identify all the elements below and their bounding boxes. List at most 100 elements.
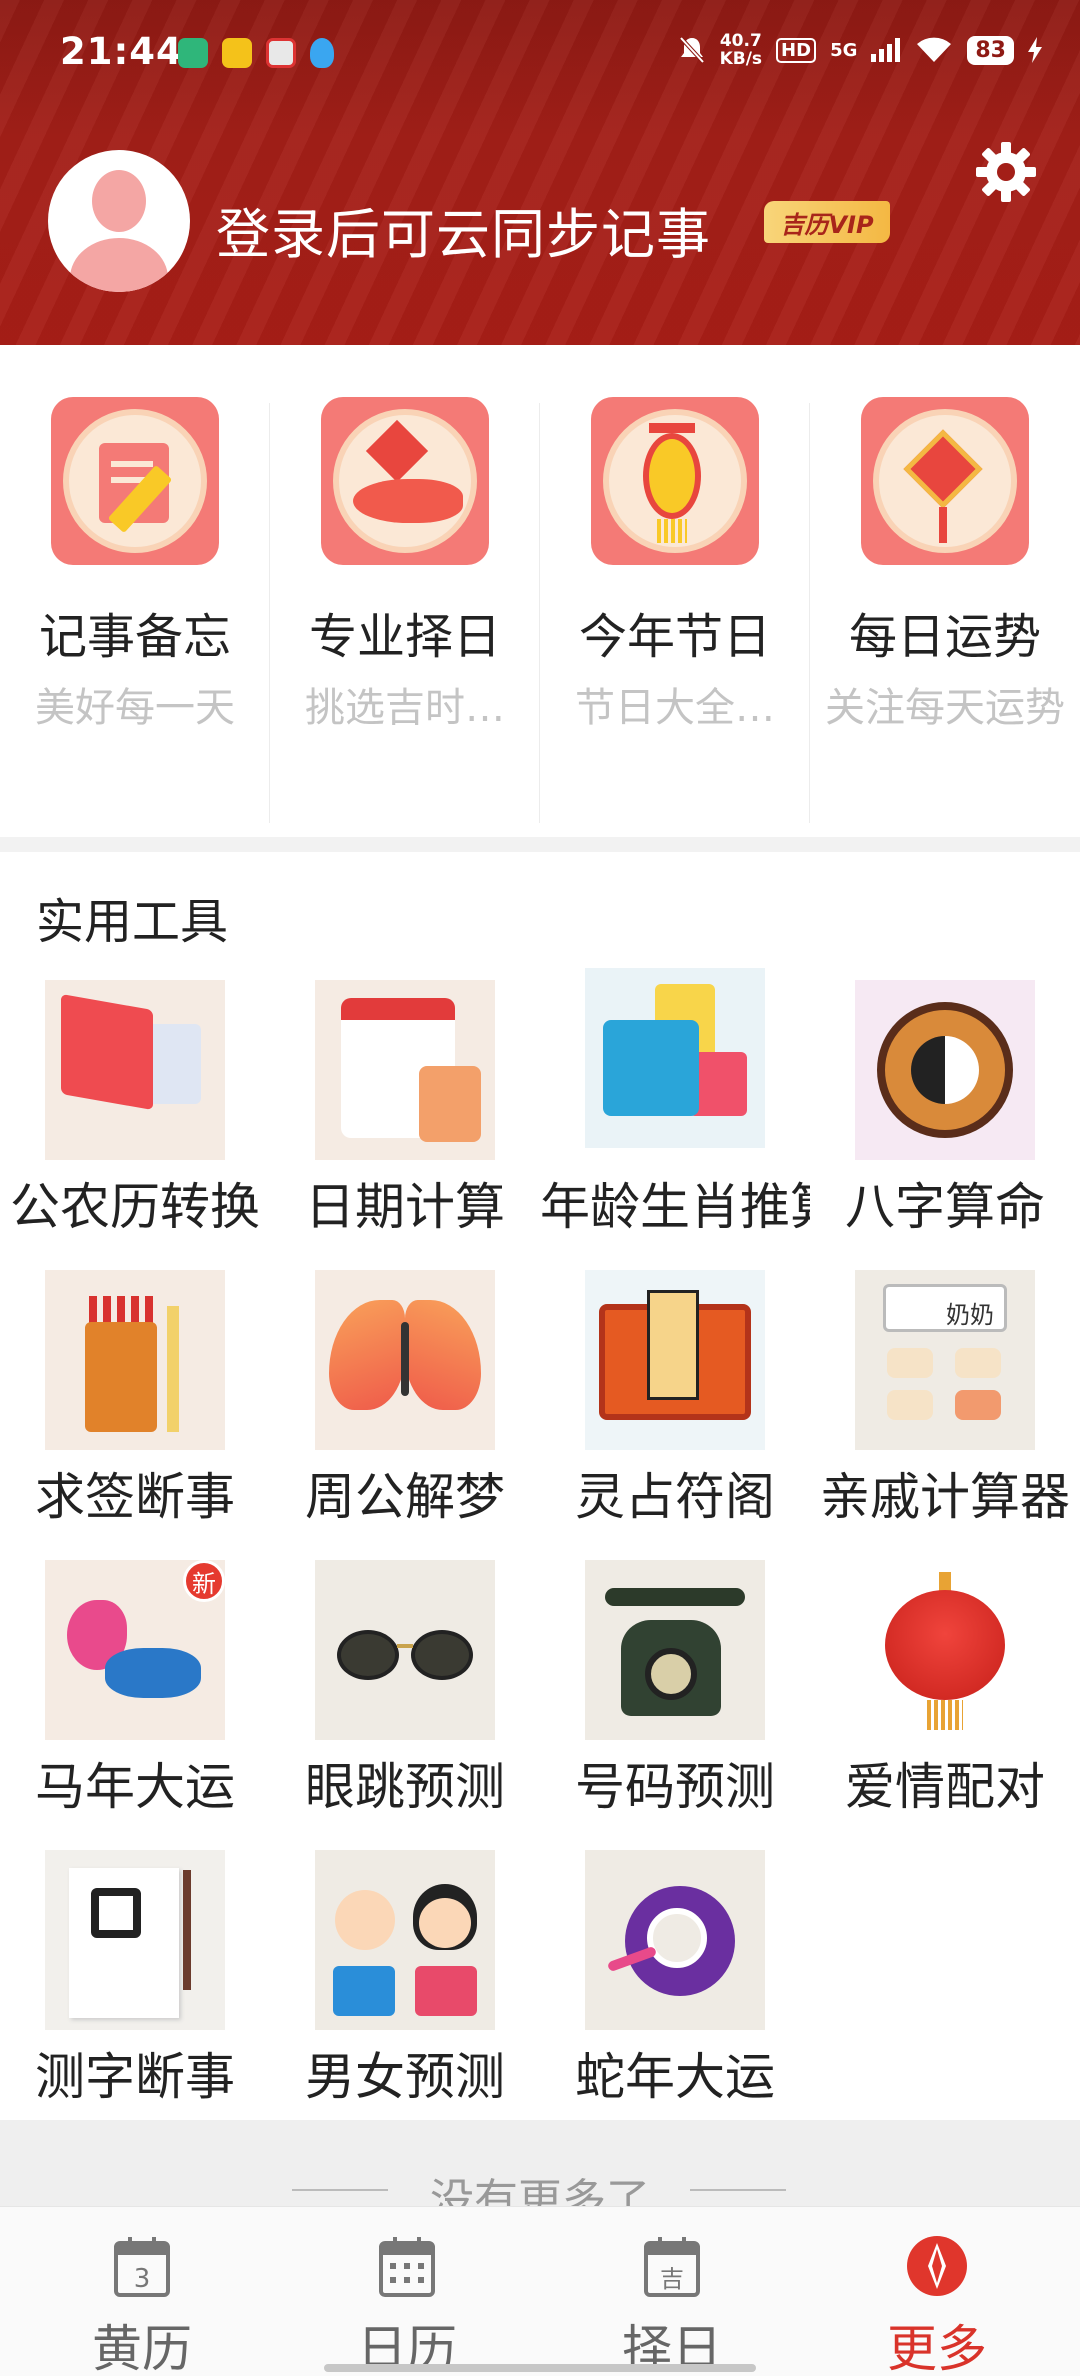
calculator-display: 奶奶 <box>883 1284 1007 1332</box>
yin-yang-bagua-icon <box>855 980 1035 1160</box>
quick-item-title: 每日运势 <box>848 609 1041 665</box>
rotary-phone-icon <box>585 1560 765 1740</box>
snake-icon <box>585 1850 765 2030</box>
tab-almanac[interactable]: 3 黄历 <box>7 2217 277 2376</box>
lantern-hook <box>939 1572 951 1592</box>
tool-label: 公农历转换 <box>10 1178 260 1236</box>
brush <box>183 1870 191 1990</box>
right-wing <box>405 1300 481 1410</box>
tool-item[interactable]: 蛇年大运 <box>540 1850 810 2136</box>
tool-item[interactable]: 号码预测 <box>540 1560 810 1846</box>
tool-label: 测字断事 <box>35 2048 235 2106</box>
tool-item[interactable]: 公农历转换 <box>0 980 270 1266</box>
tab-pick-date[interactable]: 吉 择日 <box>537 2217 807 2376</box>
end-of-list: 没有更多了 <box>0 2120 1080 2226</box>
quick-access-row: 记事备忘 美好每一天 专业择日 挑选吉时… 今年节日 节日大全… 每日运势 关注… <box>0 345 1080 837</box>
quick-item-daily-fortune[interactable]: 每日运势 关注每天运势 <box>810 397 1080 825</box>
plus-key <box>887 1348 933 1378</box>
calculator-shape <box>419 1066 481 1142</box>
tool-item[interactable]: 爱情配对 <box>810 1560 1080 1846</box>
talisman-paper <box>647 1290 699 1400</box>
quick-item-pick-date[interactable]: 专业择日 挑选吉时… <box>270 397 540 825</box>
tab-label: 更多 <box>887 2320 987 2376</box>
icon-circle <box>63 409 207 553</box>
quick-item-title: 记事备忘 <box>38 609 231 665</box>
relatives-calculator-icon: 奶奶 <box>855 1270 1035 1450</box>
avatar-head <box>92 170 146 232</box>
lantern-tassel <box>657 519 687 543</box>
phone-handset <box>605 1588 745 1606</box>
notification-icons <box>178 38 334 68</box>
status-right: 40.7 KB/s HD 5G 83 <box>678 32 1042 68</box>
tool-item[interactable]: 日期计算 <box>270 980 540 1266</box>
quick-item-festivals[interactable]: 今年节日 节日大全… <box>540 397 810 825</box>
girl-face <box>419 1898 471 1948</box>
tool-label: 爱情配对 <box>845 1758 1045 1816</box>
gear-icon[interactable] <box>974 140 1038 204</box>
tool-item[interactable]: 奶奶 亲戚计算器 <box>810 1270 1080 1556</box>
times-key <box>887 1390 933 1420</box>
tool-item[interactable]: 求签断事 <box>0 1270 270 1556</box>
home-indicator[interactable] <box>324 2364 756 2372</box>
quick-item-notes[interactable]: 记事备忘 美好每一天 <box>0 397 270 825</box>
profile-header: 21:44 40.7 KB/s HD 5G 83 登录后可云同步记事 吉历VIP <box>0 0 1080 345</box>
lantern-icon <box>591 397 759 565</box>
snake-inner <box>647 1908 707 1968</box>
calligraphy-brush-icon <box>45 1850 225 2030</box>
end-line <box>690 2189 786 2191</box>
icon-circle <box>603 409 747 553</box>
tool-label: 灵占符阁 <box>575 1468 775 1526</box>
glasses-bridge <box>397 1644 413 1648</box>
app-notification-icon <box>266 38 296 68</box>
app-notification-icon <box>222 38 252 68</box>
quick-item-title: 今年节日 <box>578 609 771 665</box>
status-time: 21:44 <box>60 30 183 73</box>
yin-yang <box>911 1036 979 1104</box>
app-notification-icon <box>178 38 208 68</box>
minus-key <box>955 1348 1001 1378</box>
quick-item-subtitle: 美好每一天 <box>35 685 235 731</box>
lantern-body <box>643 433 701 519</box>
calendar-ji-icon: 吉 <box>644 2237 700 2297</box>
phone-dial <box>645 1648 697 1700</box>
left-wing <box>329 1300 405 1410</box>
butterfly-body <box>401 1322 409 1396</box>
tool-label: 亲戚计算器 <box>820 1468 1070 1526</box>
double-happiness-lantern-icon <box>855 1560 1035 1740</box>
hd-badge: HD <box>776 37 817 63</box>
tool-item[interactable]: 测字断事 <box>0 1850 270 2136</box>
vip-badge[interactable]: 吉历VIP <box>764 201 890 243</box>
single-stick <box>167 1306 179 1432</box>
new-badge: 新 <box>183 1560 225 1602</box>
tools-section: 实用工具 公农历转换 日期计算 年龄生肖推算 八字算命 求签断事 周公解梦 灵占… <box>0 852 1080 2120</box>
tab-calendar[interactable]: 日历 <box>272 2217 542 2376</box>
tool-item[interactable]: 灵占符阁 <box>540 1270 810 1556</box>
fish-shape <box>353 479 463 523</box>
tool-item[interactable]: 男女预测 <box>270 1850 540 2136</box>
app-screen: 21:44 40.7 KB/s HD 5G 83 登录后可云同步记事 吉历VIP… <box>0 0 1080 2376</box>
tool-item[interactable]: 周公解梦 <box>270 1270 540 1556</box>
lantern-globe <box>885 1590 1005 1700</box>
fu-diamond <box>903 429 983 509</box>
female-symbol <box>415 1966 477 2016</box>
tool-item[interactable]: 新 马年大运 <box>0 1560 270 1846</box>
icon-circle <box>333 409 477 553</box>
notepad-pencil-icon <box>51 397 219 565</box>
tool-item[interactable]: 眼跳预测 <box>270 1560 540 1846</box>
left-lens <box>337 1630 399 1680</box>
quick-item-subtitle: 节日大全… <box>575 685 775 731</box>
boy-face <box>335 1890 395 1950</box>
blue-card <box>603 1020 699 1116</box>
equals-key <box>955 1390 1001 1420</box>
horse-icon: 新 <box>45 1560 225 1740</box>
tool-item[interactable]: 八字算命 <box>810 980 1080 1266</box>
tool-label: 马年大运 <box>35 1758 235 1816</box>
butterfly-icon <box>315 1270 495 1450</box>
avatar[interactable] <box>48 150 190 292</box>
lunar-card <box>61 993 153 1111</box>
tool-item[interactable]: 年龄生肖推算 <box>540 968 810 1254</box>
login-prompt[interactable]: 登录后可云同步记事 <box>216 190 711 269</box>
tab-more[interactable]: 更多 <box>802 2217 1072 2376</box>
signal-icon <box>871 38 901 62</box>
tool-label: 眼跳预测 <box>305 1758 505 1816</box>
